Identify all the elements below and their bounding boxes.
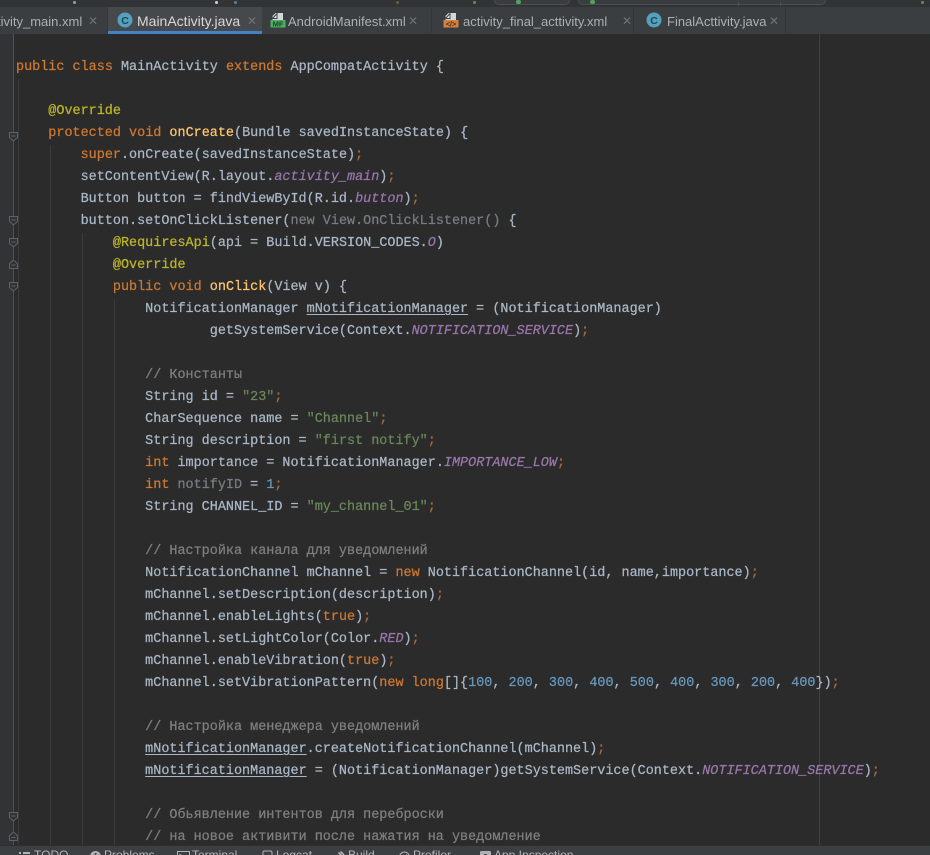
svg-text:C: C xyxy=(650,15,658,27)
svg-text:C: C xyxy=(121,15,129,27)
svg-text:</>: </> xyxy=(446,21,456,28)
svg-text:MF: MF xyxy=(273,20,284,28)
